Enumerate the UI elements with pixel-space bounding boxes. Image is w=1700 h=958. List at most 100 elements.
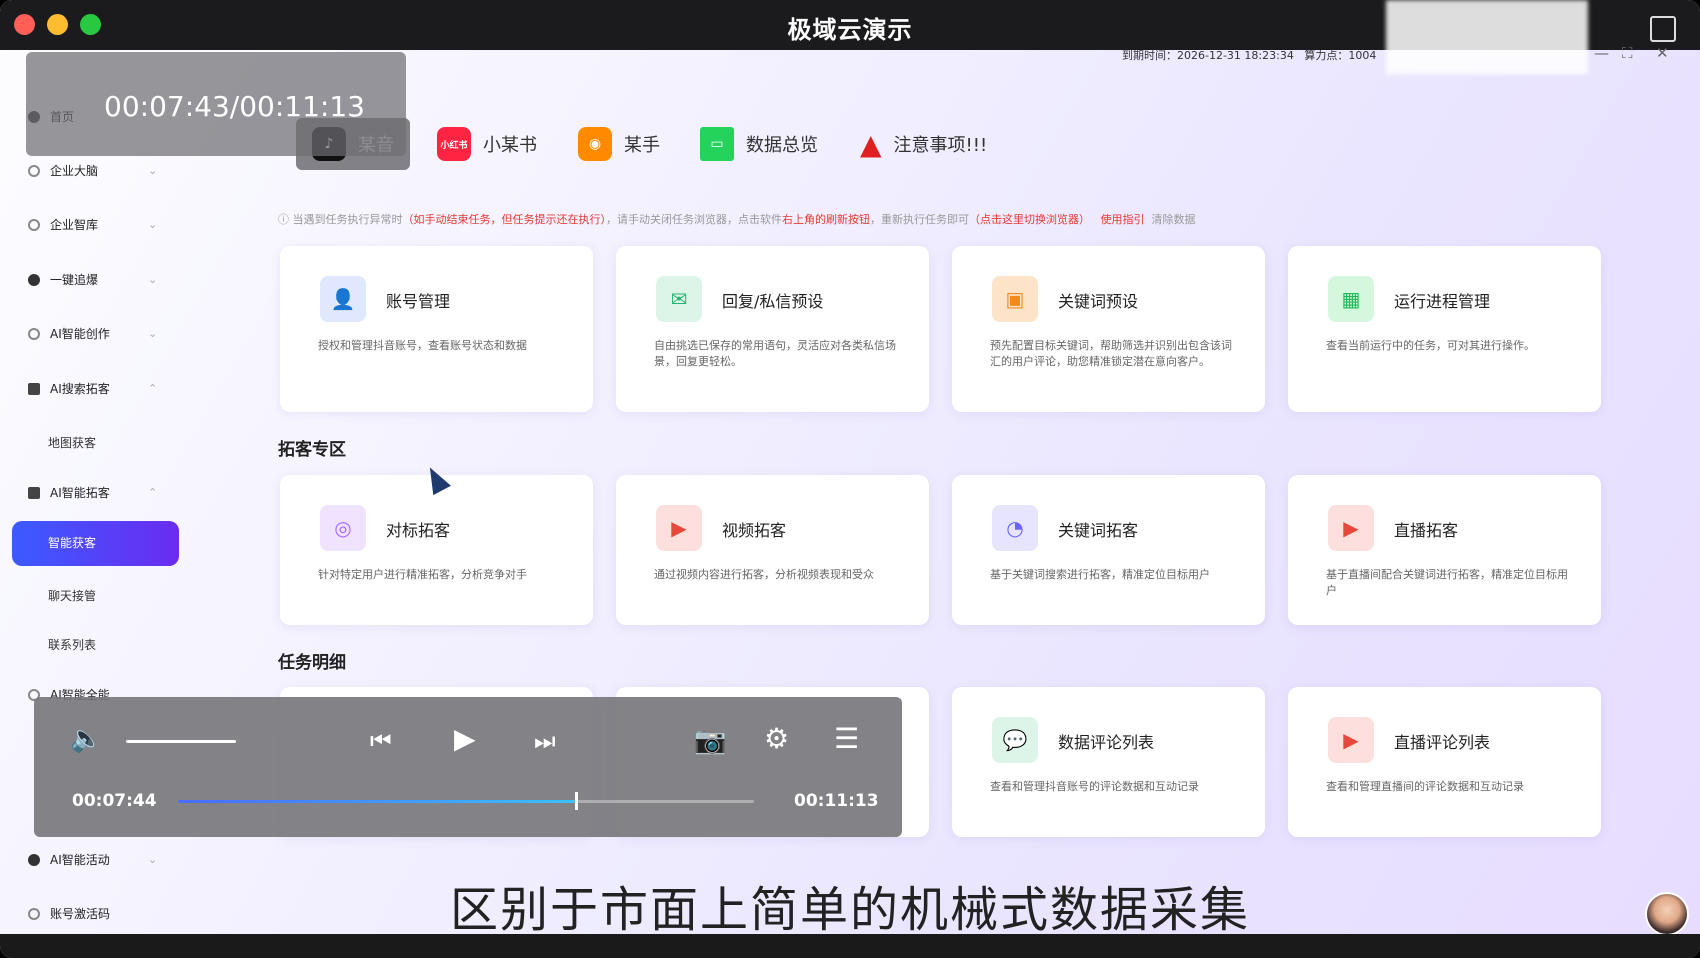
sidebar-item-ai-tuoke[interactable]: AI智能拓客 ⌃ [28, 484, 157, 501]
card-live-comment-list[interactable]: ▶ 直播评论列表 查看和管理直播间的评论数据和互动记录 [1288, 687, 1601, 837]
notice-warning: （如手动结束任务，但任务提示还在执行） [402, 213, 607, 226]
card-comment-list[interactable]: 💬 数据评论列表 查看和管理抖音账号的评论数据和互动记录 [952, 687, 1265, 837]
minimize-icon[interactable]: — [1594, 44, 1609, 62]
comment-icon: 💬 [992, 717, 1038, 763]
app-window: 极域云演示 到期时间：2026-12-31 18:23:34 算力点：1004 … [0, 0, 1700, 958]
card-desc: 基于直播间配合关键词进行拓客，精准定位目标用户 [1326, 568, 1568, 597]
card-video[interactable]: ▶ 视频拓客 通过视频内容进行拓客，分析视频表现和受众 [616, 475, 929, 625]
chevron-down-icon: ⌄ [148, 327, 158, 340]
user-icon: 👤 [320, 276, 366, 322]
status-line: 到期时间：2026-12-31 18:23:34 算力点：1004 [1122, 47, 1376, 63]
tab-kuaishou[interactable]: ◉ 某手 [578, 118, 660, 170]
playlist-icon[interactable]: ☰ [834, 725, 859, 753]
camera-icon[interactable]: 📷 [694, 727, 726, 755]
play-icon[interactable]: ▶ [454, 725, 476, 753]
total-time: 00:11:13 [794, 791, 879, 811]
card-desc: 针对特定用户进行精准拓客，分析竞争对手 [318, 568, 527, 581]
grid-icon [28, 486, 40, 499]
progress-bar[interactable] [178, 792, 754, 810]
card-title: 数据评论列表 [1058, 733, 1155, 752]
bottom-bar [0, 934, 1700, 958]
warning-icon: ▲ [860, 127, 882, 161]
section-title-tasks: 任务明细 [278, 653, 346, 673]
card-process[interactable]: ▦ 运行进程管理 查看当前运行中的任务，可对其进行操作。 [1288, 246, 1601, 412]
create-icon [28, 327, 40, 340]
sidebar-item-label: AI智能活动 [50, 853, 110, 867]
guide-link[interactable]: 使用指引 [1101, 213, 1145, 226]
tab-data-overview[interactable]: ▭ 数据总览 [700, 118, 818, 170]
next-icon[interactable]: ⏭ [534, 727, 556, 755]
card-live[interactable]: ▶ 直播拓客 基于直播间配合关键词进行拓客，精准定位目标用户 [1288, 475, 1601, 625]
sidebar-item-map[interactable]: 地图获客 [48, 434, 96, 451]
sidebar-item-label: 一键追爆 [50, 273, 99, 287]
clear-data-link[interactable]: 清除数据 [1152, 213, 1196, 226]
switch-browser-link[interactable]: （点击这里切换浏览器） [969, 213, 1090, 226]
brain-icon [28, 164, 40, 177]
live-icon: ▶ [1328, 505, 1374, 551]
card-title: 关键词拓客 [1058, 521, 1139, 540]
card-account[interactable]: 👤 账号管理 授权和管理抖音账号，查看账号状态和数据 [280, 246, 593, 412]
notice-line: ⓘ 当遇到任务执行异常时（如手动结束任务，但任务提示还在执行），请手动关闭任务浏… [278, 211, 1196, 227]
video-player-controls: 🔈 ⏮ ▶ ⏭ 📷 ⚙ ☰ 00:07:44 00:11:13 [34, 697, 902, 837]
tab-xiaohongshu[interactable]: 小红书 小某书 [437, 118, 537, 170]
share-icon[interactable] [1650, 16, 1676, 42]
points-count: 算力点：1004 [1304, 49, 1377, 62]
info-icon: ⓘ [278, 213, 293, 226]
chevron-up-icon: ⌃ [148, 486, 158, 499]
sidebar-item-smart[interactable]: 智能获客 [12, 521, 179, 566]
chevron-down-icon: ⌄ [148, 164, 158, 177]
close-icon[interactable]: ✕ [1656, 44, 1669, 62]
previous-icon[interactable]: ⏮ [370, 727, 392, 755]
tab-label: 某手 [624, 135, 660, 156]
card-benchmark[interactable]: ◎ 对标拓客 针对特定用户进行精准拓客，分析竞争对手 [280, 475, 593, 625]
grid-icon [28, 382, 40, 395]
sidebar-item-label: 企业大脑 [50, 164, 99, 178]
card-desc: 查看和管理抖音账号的评论数据和互动记录 [990, 780, 1199, 793]
card-title: 视频拓客 [722, 521, 787, 540]
progress-handle[interactable] [575, 792, 579, 810]
volume-icon[interactable]: 🔈 [70, 725, 102, 753]
sidebar-item-oneclick[interactable]: 一键追爆 ⌄ [28, 271, 157, 288]
card-keyword-tuoke[interactable]: ◔ 关键词拓客 基于关键词搜索进行拓客，精准定位目标用户 [952, 475, 1265, 625]
card-desc: 自由挑选已保存的常用语句，灵活应对各类私信场景，回复更轻松。 [654, 339, 896, 368]
sidebar-item-chat[interactable]: 聊天接管 [48, 587, 96, 604]
live-icon: ▶ [1328, 717, 1374, 763]
card-desc: 基于关键词搜索进行拓客，精准定位目标用户 [990, 568, 1210, 581]
notice-text: ，重新执行任务即可 [870, 213, 969, 226]
notice-text: ，请手动关闭任务浏览器，点击软件 [606, 213, 782, 226]
sidebar-item-label: AI智能创作 [50, 327, 110, 341]
card-desc: 通过视频内容进行拓客，分析视频表现和受众 [654, 568, 874, 581]
chevron-up-icon: ⌃ [148, 382, 158, 395]
sidebar-item-ai-search[interactable]: AI搜索拓客 ⌃ [28, 380, 157, 397]
sidebar-item-contacts[interactable]: 联系列表 [48, 636, 96, 653]
sidebar-item-ai-create[interactable]: AI智能创作 ⌄ [28, 325, 157, 342]
card-desc: 查看当前运行中的任务，可对其进行操作。 [1326, 339, 1535, 352]
current-time: 00:07:44 [72, 791, 157, 811]
fullscreen-icon[interactable]: ⛶ [1622, 44, 1633, 62]
card-title: 运行进程管理 [1394, 292, 1491, 311]
card-reply-preset[interactable]: ✉ 回复/私信预设 自由挑选已保存的常用语句，灵活应对各类私信场景，回复更轻松。 [616, 246, 929, 412]
volume-slider[interactable] [126, 740, 236, 743]
card-desc: 查看和管理直播间的评论数据和互动记录 [1326, 780, 1524, 793]
sidebar-item-library[interactable]: 企业智库 ⌄ [28, 216, 157, 233]
radar-icon: ◔ [992, 505, 1038, 551]
gear-icon[interactable]: ⚙ [764, 725, 789, 753]
library-icon [28, 218, 40, 231]
cloud-icon [28, 273, 40, 286]
sidebar-item-label: AI智能拓客 [50, 486, 110, 500]
avatar[interactable] [1645, 892, 1689, 936]
sidebar-item-brain[interactable]: 企业大脑 ⌄ [28, 162, 157, 179]
sidebar-item-ai-activity[interactable]: AI智能活动 ⌄ [28, 851, 157, 868]
sidebar-item-label: AI搜索拓客 [50, 382, 110, 396]
kuaishou-icon: ◉ [578, 127, 612, 161]
progress-fill [178, 800, 576, 803]
time-overlay-text: 00:07:43/00:11:13 [104, 90, 365, 123]
card-desc: 预先配置目标关键词，帮助筛选并识别出包含该词汇的用户评论，助您精准锁定潜在意向客… [990, 339, 1232, 368]
xiaohongshu-icon: 小红书 [437, 127, 471, 161]
card-keyword-preset[interactable]: ▣ 关键词预设 预先配置目标关键词，帮助筛选并识别出包含该词汇的用户评论，助您精… [952, 246, 1265, 412]
tab-label: 数据总览 [746, 135, 818, 156]
chevron-down-icon: ⌄ [148, 853, 158, 866]
card-desc: 授权和管理抖音账号，查看账号状态和数据 [318, 339, 527, 352]
video-icon: ▶ [656, 505, 702, 551]
tab-notice[interactable]: ▲ 注意事项!!! [860, 118, 987, 170]
